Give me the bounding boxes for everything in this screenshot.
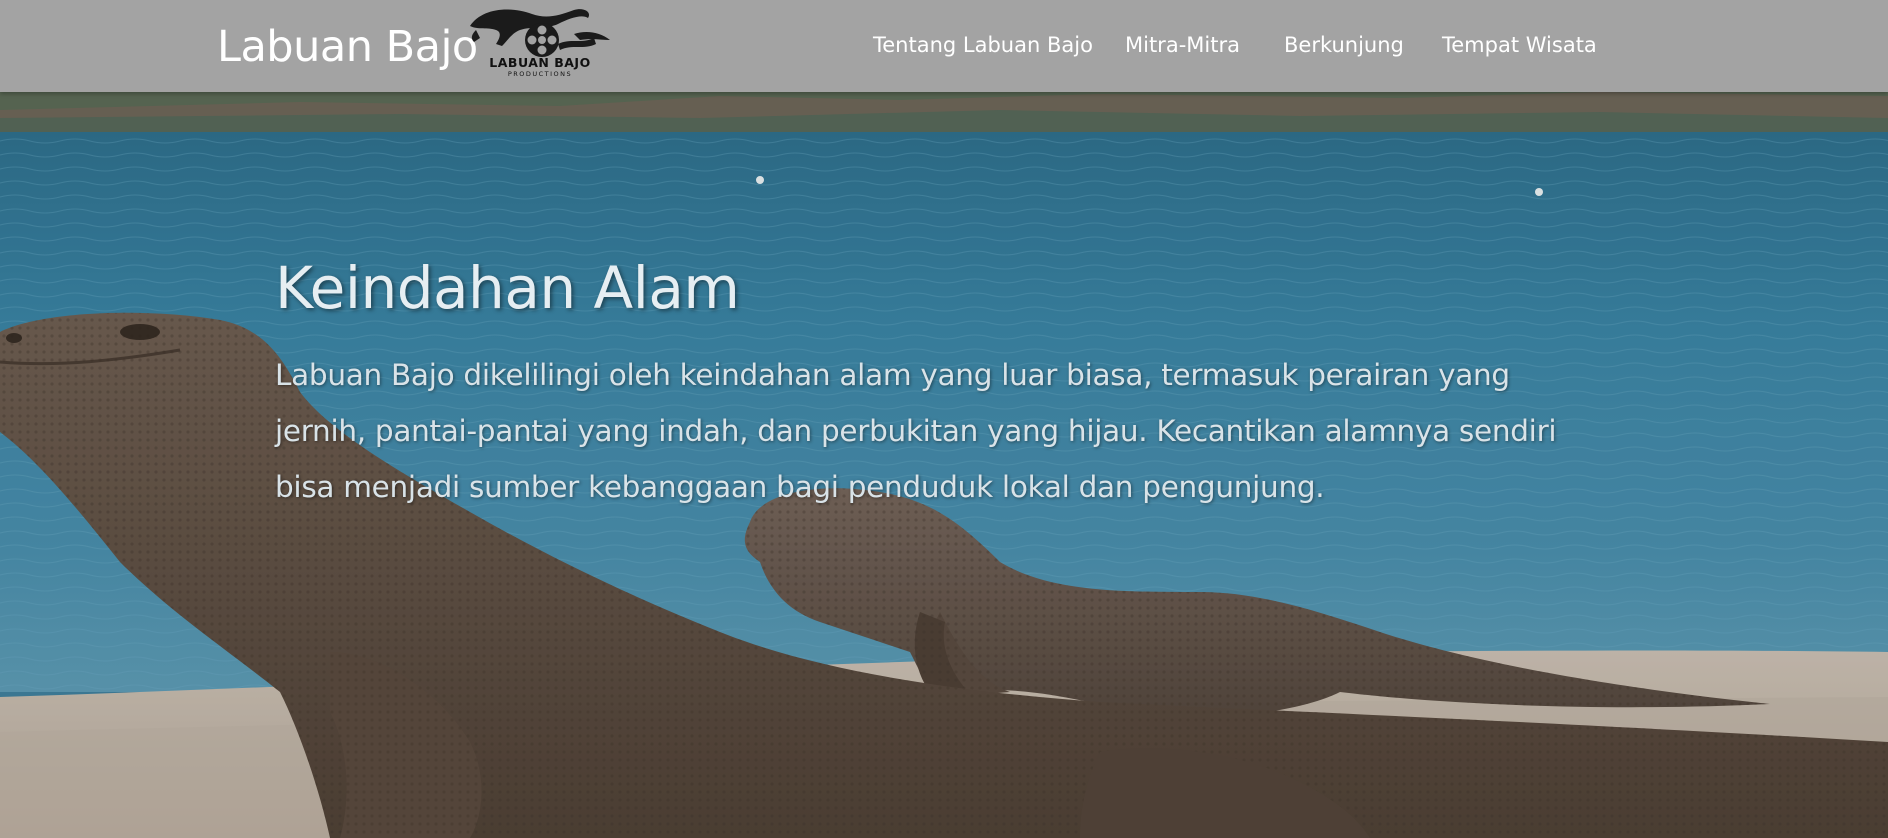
logo-subtext: PRODUCTIONS	[507, 70, 573, 78]
nav-link-berkunjung[interactable]: Berkunjung	[1284, 30, 1404, 60]
brand-link[interactable]: Labuan Bajo	[217, 20, 478, 74]
hero-section: Keindahan Alam Labuan Bajo dikelilingi o…	[0, 92, 1888, 838]
hero-description: Labuan Bajo dikelilingi oleh keindahan a…	[275, 358, 1557, 504]
hero-title: Keindahan Alam	[275, 254, 740, 322]
production-logo[interactable]: LABUAN BAJO PRODUCTIONS	[462, 4, 618, 80]
nav-link-mitra[interactable]: Mitra-Mitra	[1125, 30, 1240, 60]
nav-link-tempat-wisata[interactable]: Tempat Wisata	[1442, 30, 1597, 60]
logo-text: LABUAN BAJO	[489, 55, 591, 70]
nav-link-tentang[interactable]: Tentang Labuan Bajo	[873, 30, 1093, 60]
komodo-film-reel-icon	[470, 9, 610, 57]
navbar: Labuan Bajo LABUAN BAJO PRODUCTIONS Tent…	[0, 0, 1888, 92]
